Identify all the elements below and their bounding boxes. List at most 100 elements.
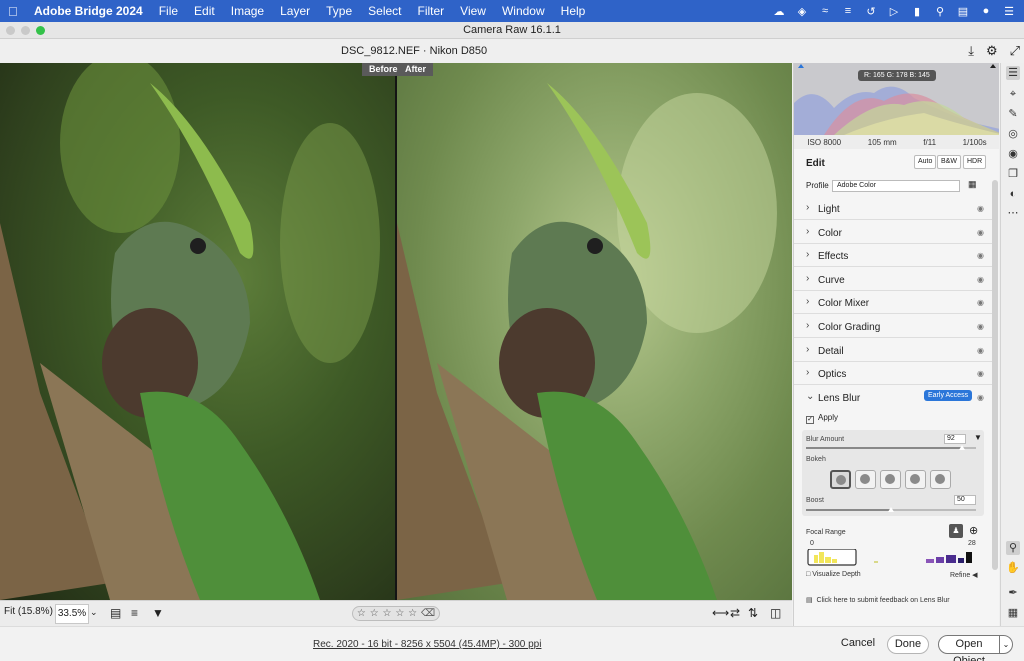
boost-slider[interactable] [806, 507, 976, 512]
battery-icon[interactable]: ▮ [910, 5, 924, 18]
blur-dropdown-icon[interactable]: ▼ [974, 433, 982, 442]
bokeh-blade-button[interactable] [880, 470, 901, 489]
workflow-options-link[interactable]: Rec. 2020 - 16 bit - 8256 x 5504 (45.4MP… [313, 639, 541, 650]
section-color-mixer[interactable]: › Color Mixer ◉ [794, 292, 992, 314]
bokeh-bubble-button[interactable] [855, 470, 876, 489]
snapshots-icon[interactable]: ❐ [1006, 167, 1020, 181]
section-curve[interactable]: › Curve ◉ [794, 269, 992, 291]
star-icon[interactable]: ☆ [395, 608, 404, 619]
bw-button[interactable]: B&W [937, 155, 961, 169]
edit-sliders-icon[interactable]: ☰ [1006, 66, 1020, 80]
menu-type[interactable]: Type [326, 4, 352, 18]
swap-icon[interactable]: ⇄ [730, 606, 740, 620]
zoom-tool-icon[interactable]: ⚲ [1006, 541, 1020, 555]
audio-icon[interactable]: ≡ [841, 5, 855, 17]
wifi-icon[interactable]: ≈ [818, 5, 832, 17]
eye-icon[interactable]: ◉ [977, 275, 984, 284]
menu-app[interactable]: Adobe Bridge 2024 [34, 4, 143, 18]
blur-amount-value[interactable]: 92 [944, 434, 966, 444]
star-icon[interactable]: ☆ [357, 608, 366, 619]
menu-layer[interactable]: Layer [280, 4, 310, 18]
section-color[interactable]: › Color ◉ [794, 222, 992, 244]
panel-scrollbar[interactable] [992, 180, 998, 570]
star-icon[interactable]: ☆ [383, 608, 392, 619]
profile-select[interactable]: Adobe Color [832, 180, 960, 192]
presets-icon[interactable]: ◐ [1006, 187, 1020, 201]
time-machine-icon[interactable]: ↺ [864, 5, 878, 18]
apple-icon[interactable]:  [8, 4, 22, 19]
sampler-tool-icon[interactable]: ✒ [1006, 586, 1020, 600]
filmstrip-icon[interactable]: ▤ [110, 606, 121, 620]
depth-histogram[interactable] [806, 549, 986, 569]
eye-icon[interactable]: ◉ [977, 322, 984, 331]
bokeh-circle-button[interactable] [830, 470, 851, 489]
section-color-grading[interactable]: › Color Grading ◉ [794, 316, 992, 338]
apply-checkbox[interactable]: ✓ Apply [806, 413, 838, 424]
open-object-button[interactable]: Open Object [938, 635, 1000, 661]
eye-icon[interactable]: ◉ [977, 369, 984, 378]
before-image[interactable] [0, 63, 395, 600]
fit-zoom-button[interactable]: Fit (15.8%) [4, 606, 53, 617]
zoom-level[interactable]: 33.5% [55, 604, 89, 624]
eye-icon[interactable]: ◉ [977, 346, 984, 355]
menu-help[interactable]: Help [561, 4, 586, 18]
boost-knob[interactable] [888, 507, 894, 512]
section-optics[interactable]: › Optics ◉ [794, 363, 992, 385]
menu-select[interactable]: Select [368, 4, 401, 18]
hand-tool-icon[interactable]: ✋ [1006, 561, 1020, 575]
minimize-window-button[interactable] [21, 26, 30, 35]
masking-icon[interactable]: ◎ [1006, 127, 1020, 141]
creative-cloud-icon[interactable]: ☁ [772, 5, 786, 18]
subject-focus-icon[interactable]: ♟ [949, 524, 963, 538]
notification-icon[interactable]: ☰ [1002, 5, 1016, 18]
control-center-icon[interactable]: ▤ [956, 5, 970, 18]
done-button[interactable]: Done [887, 635, 929, 654]
star-icon[interactable]: ☆ [408, 608, 417, 619]
gear-icon[interactable]: ⚙ [986, 43, 998, 59]
menu-window[interactable]: Window [502, 4, 545, 18]
bokeh-cat-eye-button[interactable] [930, 470, 951, 489]
blur-amount-knob[interactable] [959, 445, 966, 450]
zoom-window-button[interactable] [36, 26, 45, 35]
healing-brush-icon[interactable]: ✎ [1006, 107, 1020, 121]
eye-icon[interactable]: ◉ [977, 298, 984, 307]
image-viewer[interactable]: Before After [0, 63, 792, 600]
save-icon[interactable]: ⤓ [968, 43, 974, 59]
before-after-toggle-icon[interactable]: ⟷ [712, 606, 729, 620]
hdr-button[interactable]: HDR [963, 155, 987, 169]
red-eye-icon[interactable]: ◉ [1006, 147, 1020, 161]
search-icon[interactable]: ⚲ [933, 5, 947, 18]
fullscreen-icon[interactable]: ⤢ [1010, 43, 1020, 59]
split-view-icon[interactable]: ◫ [770, 606, 781, 620]
eye-icon[interactable]: ◉ [977, 251, 984, 260]
boost-value[interactable]: 50 [954, 495, 976, 505]
trash-icon[interactable]: ⌫ [421, 608, 435, 619]
copy-settings-icon[interactable]: ⇅ [748, 606, 758, 620]
section-detail[interactable]: › Detail ◉ [794, 340, 992, 362]
star-icon[interactable]: ☆ [370, 608, 379, 619]
cancel-button[interactable]: Cancel [836, 635, 880, 654]
close-window-button[interactable] [6, 26, 15, 35]
eye-icon[interactable]: ◉ [977, 228, 984, 237]
zoom-dropdown-icon[interactable]: ⌄ [90, 607, 98, 618]
after-image[interactable] [397, 63, 792, 600]
star-rating[interactable]: ☆ ☆ ☆ ☆ ☆ ⌫ [352, 606, 440, 621]
feedback-link[interactable]: ▤ Click here to submit feedback on Lens … [806, 596, 950, 604]
menu-edit[interactable]: Edit [194, 4, 215, 18]
siri-icon[interactable]: ● [979, 5, 993, 17]
section-light[interactable]: › Light ◉ [794, 198, 992, 220]
grid-overlay-icon[interactable]: ▦ [1006, 606, 1020, 620]
checkbox-checked-icon[interactable]: ✓ [806, 416, 814, 424]
more-options-icon[interactable]: ⋯ [1006, 206, 1020, 220]
play-icon[interactable]: ▷ [887, 5, 901, 18]
eye-icon[interactable]: ◉ [977, 393, 984, 402]
menu-filter[interactable]: Filter [418, 4, 445, 18]
auto-button[interactable]: Auto [914, 155, 937, 169]
bokeh-ring-button[interactable] [905, 470, 926, 489]
section-effects[interactable]: › Effects ◉ [794, 245, 992, 267]
menu-view[interactable]: View [460, 4, 486, 18]
menu-file[interactable]: File [159, 4, 178, 18]
section-lens-blur[interactable]: ⌄ Lens Blur Early Access ◉ [794, 387, 992, 409]
crop-icon[interactable]: ⌖ [1006, 87, 1020, 101]
blur-amount-slider[interactable] [806, 445, 976, 450]
